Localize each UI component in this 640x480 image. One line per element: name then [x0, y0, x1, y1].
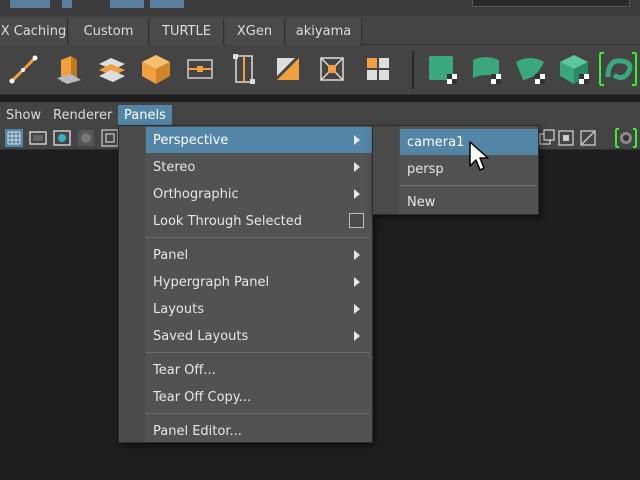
panels-menu: Perspective Stereo Orthographic Look Thr…	[118, 125, 373, 443]
menu-divider	[146, 413, 370, 414]
tab-label: Custom	[83, 24, 134, 39]
menu-item-label: camera1	[407, 134, 465, 150]
submenu-arrow-icon	[354, 135, 360, 145]
menu-gutter	[373, 126, 399, 214]
tab-custom[interactable]: Custom	[69, 18, 149, 45]
menu-item-tear-off-copy[interactable]: Tear Off Copy...	[146, 384, 372, 410]
camera-attributes-icon[interactable]	[536, 128, 556, 148]
menu-item-panel-editor[interactable]: Panel Editor...	[146, 418, 372, 444]
tab-label: akiyama	[295, 24, 352, 39]
menu-item-label: New	[407, 194, 436, 210]
menu-item-tear-off[interactable]: Tear Off...	[146, 357, 372, 383]
menu-item-label: Panel Editor...	[153, 423, 242, 439]
menu-item-label: Orthographic	[153, 186, 239, 202]
menu-item-panel[interactable]: Panel	[146, 242, 372, 268]
menu-item-look-through-selected[interactable]: Look Through Selected	[146, 208, 372, 234]
tab-label: XGen	[236, 24, 273, 39]
submenu-arrow-icon	[354, 189, 360, 199]
menu-label: Panels	[124, 108, 166, 123]
toolbar-button[interactable]	[110, 0, 144, 8]
menu-item-stereo[interactable]: Stereo	[146, 154, 372, 180]
cube-icon[interactable]	[138, 51, 174, 87]
sculpt-deformer-icon[interactable]	[314, 51, 350, 87]
menu-item-label: persp	[407, 161, 444, 177]
tab-turtle[interactable]: TURTLE	[150, 18, 224, 45]
menu-item-label: Layouts	[153, 301, 204, 317]
toolbar-button[interactable]	[62, 0, 72, 8]
cluster-icon[interactable]	[226, 51, 262, 87]
xray-icon[interactable]	[578, 128, 598, 148]
panel-menubar: Show Renderer Panels	[0, 102, 640, 126]
grid-icon[interactable]	[360, 51, 396, 87]
toolbar-button[interactable]	[150, 0, 184, 8]
submenu-item-new[interactable]: New	[400, 189, 538, 215]
menu-panels[interactable]: Panels	[118, 105, 172, 126]
duplicate-surface-icon[interactable]	[94, 51, 130, 87]
submenu-arrow-icon	[354, 304, 360, 314]
field-chart-icon[interactable]	[100, 128, 120, 148]
maya-window: X Caching Custom TURTLE XGen akiyama Sho…	[0, 0, 640, 480]
search-field[interactable]	[472, 0, 630, 7]
menu-item-orthographic[interactable]: Orthographic	[146, 181, 372, 207]
lattice-icon[interactable]	[182, 51, 218, 87]
menu-item-label: Perspective	[153, 132, 229, 148]
menu-item-layouts[interactable]: Layouts	[146, 296, 372, 322]
extrude-icon[interactable]	[50, 51, 86, 87]
submenu-arrow-icon	[354, 331, 360, 341]
menu-item-perspective[interactable]: Perspective	[146, 127, 372, 153]
menu-label: Renderer	[53, 108, 113, 123]
menu-item-label: Tear Off Copy...	[153, 389, 252, 405]
menu-renderer[interactable]: Renderer	[47, 105, 118, 126]
menu-item-hypergraph-panel[interactable]: Hypergraph Panel	[146, 269, 372, 295]
shelf-separator	[412, 51, 414, 89]
menu-show[interactable]: Show	[0, 105, 47, 126]
tab-akiyama[interactable]: akiyama	[286, 18, 362, 45]
menu-item-label: Panel	[153, 247, 189, 263]
menu-divider	[146, 237, 370, 238]
toolbar-button[interactable]	[10, 0, 50, 8]
ep-curve-tool-icon[interactable]	[6, 51, 42, 87]
menu-item-label: Saved Layouts	[153, 328, 249, 344]
tab-label: TURTLE	[162, 24, 211, 39]
menu-divider	[400, 185, 536, 186]
menu-item-label: Stereo	[153, 159, 196, 175]
menu-label: Show	[6, 108, 42, 123]
tab-x-caching[interactable]: X Caching	[0, 18, 68, 45]
checkbox-icon[interactable]	[349, 213, 364, 228]
submenu-arrow-icon	[354, 162, 360, 172]
resolution-gate-icon[interactable]	[52, 128, 72, 148]
isolate-select-icon[interactable]	[556, 128, 576, 148]
menu-divider	[146, 352, 370, 353]
tab-xgen[interactable]: XGen	[225, 18, 285, 45]
menu-item-label: Hypergraph Panel	[153, 274, 270, 290]
menu-gutter	[119, 126, 145, 442]
green-cube-icon[interactable]	[424, 51, 460, 87]
mouse-cursor-icon	[469, 141, 489, 171]
menu-item-saved-layouts[interactable]: Saved Layouts	[146, 323, 372, 349]
green-flag-icon[interactable]	[512, 51, 548, 87]
menu-item-label: Look Through Selected	[153, 213, 302, 229]
green-box-icon[interactable]	[556, 51, 592, 87]
hud-toggle-icon[interactable]	[614, 128, 638, 148]
tab-label: X Caching	[0, 24, 67, 39]
film-gate-icon[interactable]	[28, 128, 48, 148]
green-loop-icon[interactable]	[598, 51, 638, 87]
top-toolbar-strip	[0, 0, 640, 16]
bend-icon[interactable]	[270, 51, 306, 87]
green-plane-icon[interactable]	[468, 51, 504, 87]
gate-mask-icon[interactable]	[76, 128, 96, 148]
perspective-submenu: camera1 persp New	[372, 125, 539, 215]
submenu-arrow-icon	[354, 250, 360, 260]
menu-item-label: Tear Off...	[153, 362, 216, 378]
shelf-tabs: X Caching Custom TURTLE XGen akiyama	[0, 16, 640, 45]
submenu-arrow-icon	[354, 277, 360, 287]
shelf	[0, 45, 640, 95]
grid-toggle-icon[interactable]	[4, 128, 24, 148]
